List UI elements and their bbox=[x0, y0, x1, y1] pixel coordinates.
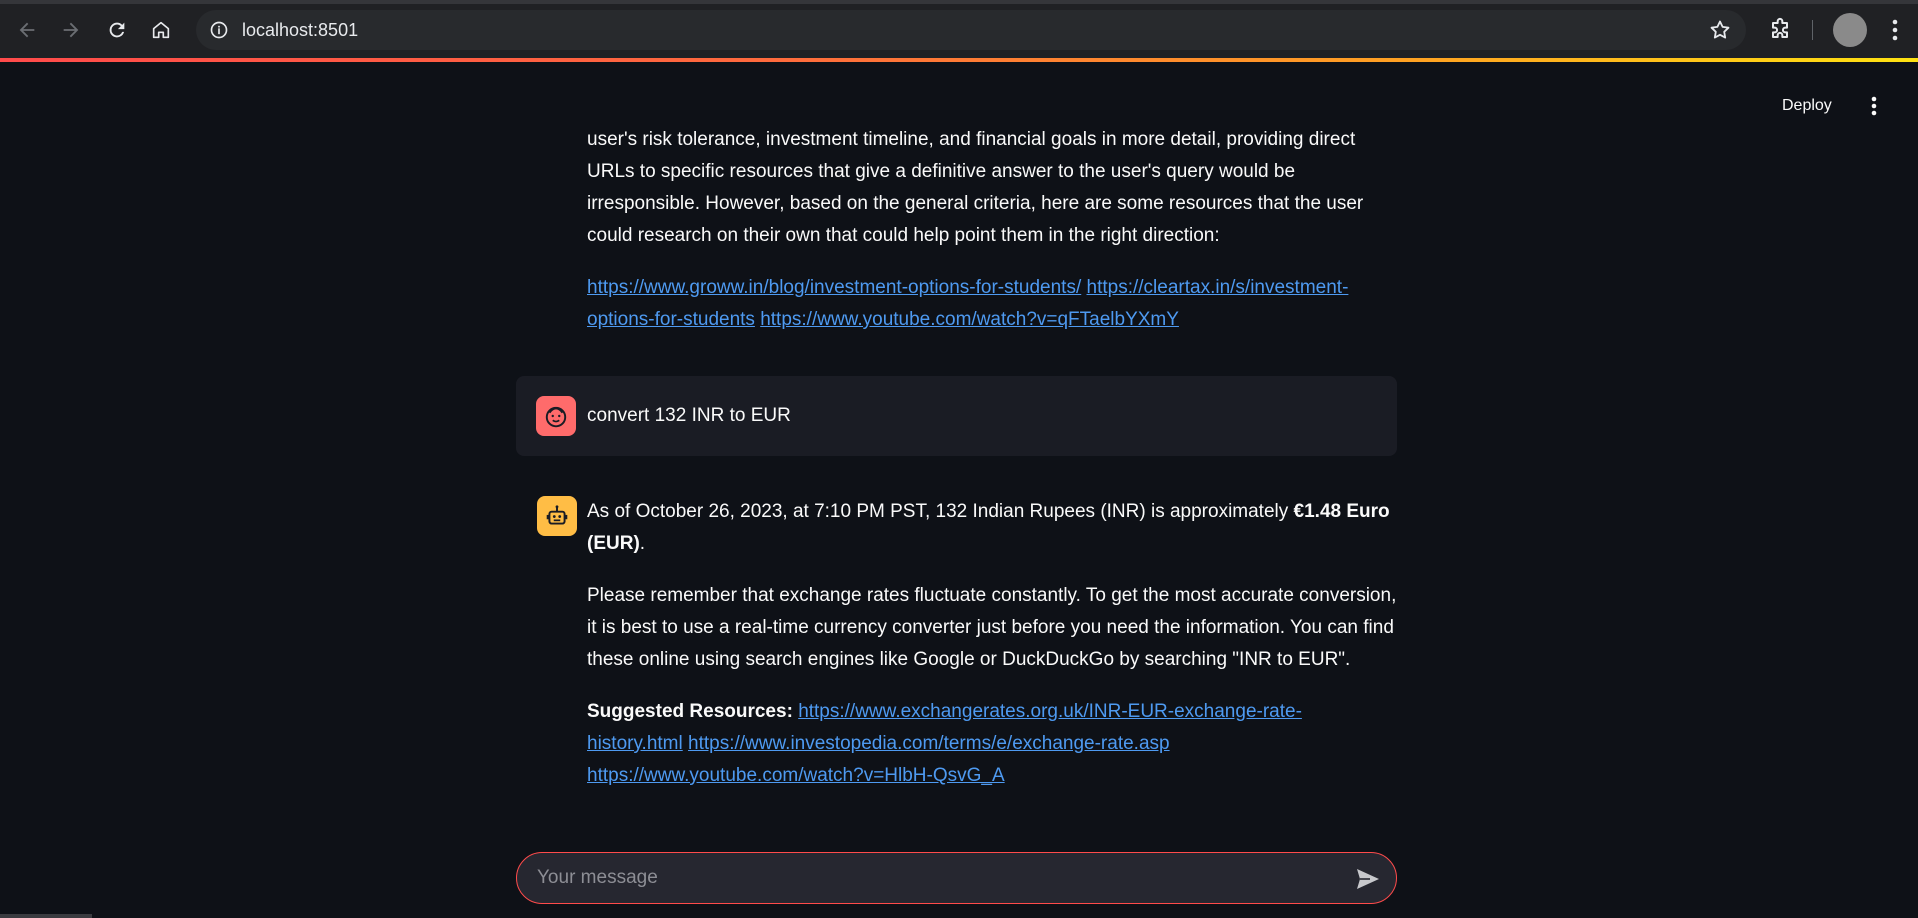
browser-chrome: localhost:8501 bbox=[0, 0, 1918, 62]
user-message: convert 132 INR to EUR bbox=[516, 376, 1397, 456]
site-info-icon[interactable] bbox=[206, 17, 232, 43]
send-icon bbox=[1357, 869, 1379, 889]
user-avatar bbox=[536, 396, 576, 436]
bottom-edge-decoration bbox=[0, 914, 92, 918]
browser-menu-button[interactable] bbox=[1880, 14, 1910, 46]
user-message-text: convert 132 INR to EUR bbox=[587, 405, 791, 426]
url-text[interactable]: localhost:8501 bbox=[242, 20, 358, 41]
reload-button[interactable] bbox=[99, 12, 135, 48]
message-paragraph: As of October 26, 2023, at 7:10 PM PST, … bbox=[587, 496, 1397, 560]
assistant-message-previous: user's risk tolerance, investment timeli… bbox=[587, 124, 1397, 356]
resource-link[interactable]: https://www.groww.in/blog/investment-opt… bbox=[587, 277, 1081, 298]
message-links: https://www.groww.in/blog/investment-opt… bbox=[587, 272, 1397, 336]
conversion-text: As of October 26, 2023, at 7:10 PM PST, … bbox=[587, 501, 1294, 522]
assistant-message: As of October 26, 2023, at 7:10 PM PST, … bbox=[587, 496, 1397, 812]
resources-label: Suggested Resources: bbox=[587, 701, 793, 722]
back-button[interactable] bbox=[9, 12, 45, 48]
app-menu-button[interactable] bbox=[1860, 92, 1888, 120]
bookmark-star-icon[interactable] bbox=[1708, 18, 1732, 42]
profile-avatar[interactable] bbox=[1833, 13, 1867, 47]
resource-link[interactable]: https://www.youtube.com/watch?v=qFTaelbY… bbox=[760, 309, 1179, 330]
kebab-menu-icon bbox=[1871, 96, 1877, 116]
chat-input-container bbox=[516, 852, 1397, 904]
kebab-menu-icon bbox=[1892, 19, 1898, 41]
reload-icon bbox=[109, 22, 125, 38]
message-paragraph: Please remember that exchange rates fluc… bbox=[587, 585, 1397, 670]
forward-button[interactable] bbox=[53, 12, 89, 48]
robot-icon bbox=[546, 505, 568, 525]
assistant-avatar bbox=[537, 496, 577, 536]
extensions-icon[interactable] bbox=[1766, 16, 1794, 44]
address-bar[interactable]: localhost:8501 bbox=[196, 10, 1746, 50]
app-main: Deploy user's risk tolerance, investment… bbox=[0, 62, 1918, 918]
conversion-text-end: . bbox=[639, 533, 646, 554]
home-button[interactable] bbox=[143, 12, 179, 48]
chat-message-input[interactable] bbox=[537, 858, 1337, 898]
send-button[interactable] bbox=[1354, 866, 1382, 892]
tab-strip-edge bbox=[0, 0, 1918, 4]
message-resources: Suggested Resources: https://www.exchang… bbox=[587, 696, 1397, 792]
arrow-left-icon bbox=[19, 22, 35, 38]
smiley-face-icon bbox=[545, 406, 567, 428]
deploy-button[interactable]: Deploy bbox=[1770, 92, 1844, 120]
resource-link[interactable]: https://www.investopedia.com/terms/e/exc… bbox=[688, 733, 1170, 754]
home-icon bbox=[152, 21, 170, 39]
arrow-right-icon bbox=[63, 22, 79, 38]
message-paragraph: user's risk tolerance, investment timeli… bbox=[587, 129, 1364, 246]
resource-link[interactable]: https://www.youtube.com/watch?v=HlbH-Qsv… bbox=[587, 765, 1005, 786]
toolbar-divider bbox=[1812, 20, 1813, 40]
